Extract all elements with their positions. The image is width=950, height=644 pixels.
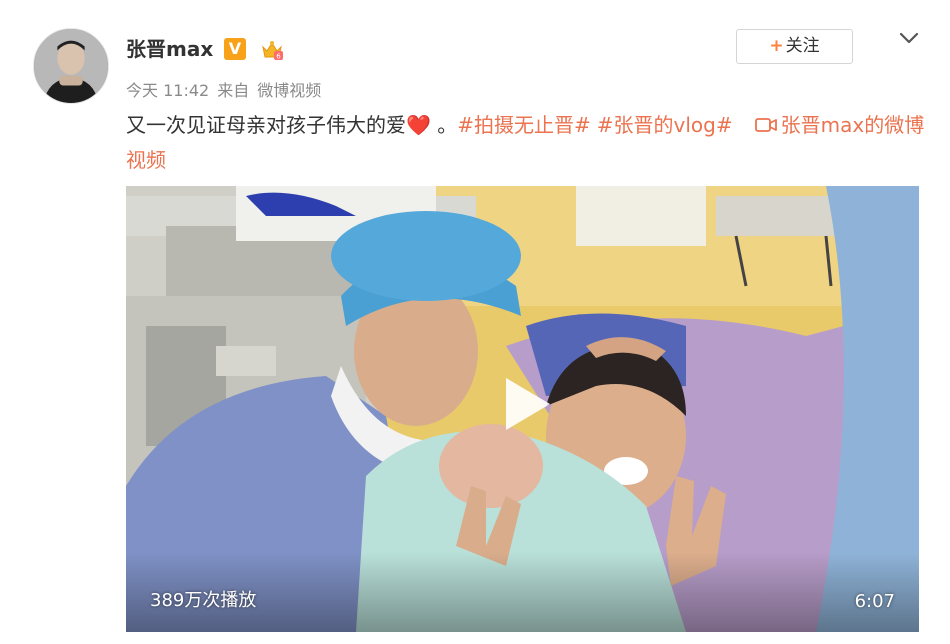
follow-label: 关注 [785,36,820,56]
follow-button[interactable]: + 关注 [736,29,853,64]
svg-text:6: 6 [276,53,281,61]
source-link[interactable]: 微博视频 [257,81,321,100]
post-meta: 今天 11:42 来自 微博视频 [126,77,329,101]
heart-emoji: ❤️ [406,113,431,137]
avatar[interactable] [33,28,109,104]
plus-icon: + [769,36,784,56]
post-body: 又一次见证母亲对孩子伟大的爱 [126,113,406,137]
source-prefix: 来自 [217,81,250,100]
topic-link[interactable]: #张晋的vlog# [597,113,733,137]
post-time: 今天 11:42 [126,81,210,100]
view-count: 389万次播放 [150,590,257,611]
play-icon[interactable] [496,374,556,434]
topic-link[interactable]: #拍摄无止晋# [457,113,591,137]
chevron-down-icon[interactable] [898,30,920,46]
crown-badge-icon: 6 [260,38,284,62]
video-duration: 6:07 [854,591,895,612]
video-camera-icon [754,117,777,132]
post-text: 又一次见证母亲对孩子伟大的爱❤️ 。#拍摄无止晋#​#张晋的vlog#张晋max… [126,108,926,178]
username[interactable]: 张晋max [126,33,213,62]
verified-badge-icon: V [224,38,246,60]
video-player[interactable]: 389万次播放 6:07 [126,186,919,632]
post-period: 。 [430,113,458,137]
